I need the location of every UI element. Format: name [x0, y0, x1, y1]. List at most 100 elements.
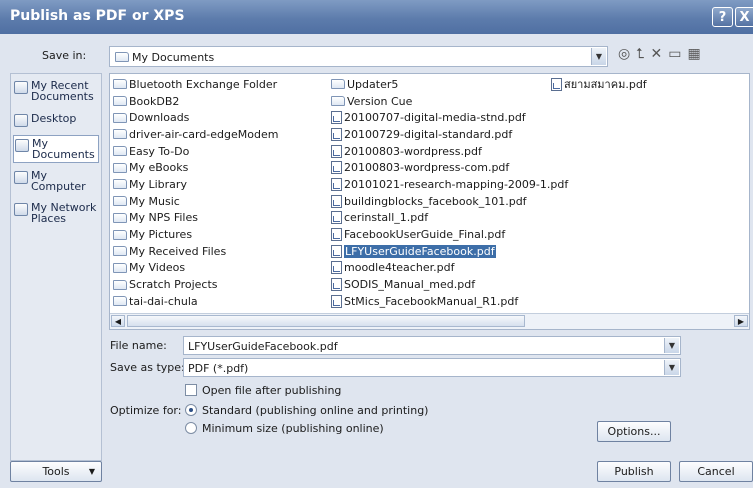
place-my-documents[interactable]: My Documents	[13, 135, 99, 163]
pdf-file-icon	[331, 177, 342, 191]
place-my-recent-documents[interactable]: My Recent Documents	[13, 78, 99, 104]
scroll-right-icon[interactable]: ▶	[734, 315, 748, 327]
network-icon	[14, 203, 28, 216]
list-item-label: Downloads	[129, 111, 190, 125]
list-item[interactable]: สยามสมาคม.pdf	[551, 76, 647, 93]
folder-icon	[113, 279, 127, 290]
chevron-down-icon[interactable]: ▼	[664, 360, 679, 375]
list-item-label: 20100803-wordpress.pdf	[344, 144, 482, 158]
list-item-label: Version Cue	[347, 94, 413, 108]
help-button[interactable]: ?	[712, 7, 733, 27]
list-item[interactable]: 20100803-wordpress.pdf	[331, 143, 568, 160]
pdf-file-icon	[331, 261, 342, 275]
options-button[interactable]: Options...	[597, 421, 671, 442]
folder-icon	[113, 112, 127, 123]
pdf-file-icon	[331, 111, 342, 125]
list-item[interactable]: My Library	[113, 176, 278, 193]
pdf-file-icon	[331, 194, 342, 208]
file-column-2: Updater5 Version Cue 20100707-digital-medi…	[331, 76, 568, 310]
list-item-label: tai-dai-chula	[129, 294, 198, 308]
list-item-label: BookDB2	[129, 94, 180, 108]
list-item[interactable]: buildingblocks_facebook_101.pdf	[331, 193, 568, 210]
pdf-file-icon	[331, 161, 342, 175]
save-in-value: My Documents	[132, 51, 215, 64]
list-item[interactable]: Bluetooth Exchange Folder	[113, 76, 278, 93]
open-after-checkbox[interactable]	[185, 384, 197, 396]
open-after-label: Open file after publishing	[202, 384, 342, 397]
standard-label: Standard (publishing online and printing…	[202, 404, 429, 417]
place-desktop[interactable]: Desktop	[13, 111, 99, 129]
pdf-file-icon	[331, 211, 342, 225]
horizontal-scrollbar[interactable]: ◀ ▶	[110, 313, 749, 329]
list-item[interactable]: tai-dai-chula	[113, 293, 278, 310]
list-item[interactable]: 20100729-digital-standard.pdf	[331, 126, 568, 143]
list-item[interactable]: 20101021-research-mapping-2009-1.pdf	[331, 176, 568, 193]
list-item-label: My Pictures	[129, 228, 193, 242]
list-item-label: My Library	[129, 177, 187, 191]
delete-icon[interactable]: ✕	[650, 46, 662, 62]
place-my-computer[interactable]: My Computer	[13, 168, 99, 194]
folder-icon	[113, 196, 127, 207]
list-item[interactable]: SODIS_Manual_med.pdf	[331, 276, 568, 293]
save-as-type-select[interactable]: PDF (*.pdf) ▼	[183, 358, 681, 377]
list-item[interactable]: 20100803-wordpress-com.pdf	[331, 159, 568, 176]
list-item[interactable]: driver-air-card-edgeModem	[113, 126, 278, 143]
list-item[interactable]: Scratch Projects	[113, 276, 278, 293]
list-item[interactable]: BookDB2	[113, 93, 278, 110]
list-item[interactable]: My NPS Files	[113, 210, 278, 227]
list-item[interactable]: moodle4teacher.pdf	[331, 260, 568, 277]
standard-radio[interactable]	[185, 404, 197, 416]
title-bar: Publish as PDF or XPS ? X	[0, 0, 753, 34]
file-list[interactable]: Bluetooth Exchange Folder BookDB2 Download…	[109, 73, 750, 330]
list-item[interactable]: LFYUserGuideFacebook.pdf	[331, 243, 568, 260]
scroll-thumb[interactable]	[127, 315, 525, 327]
list-item[interactable]: My eBooks	[113, 159, 278, 176]
file-name-input[interactable]: LFYUserGuideFacebook.pdf ▼	[183, 336, 681, 355]
scroll-left-icon[interactable]: ◀	[111, 315, 125, 327]
list-item[interactable]: My Music	[113, 193, 278, 210]
list-item[interactable]: Version Cue	[331, 93, 568, 110]
back-icon[interactable]: ◎	[618, 46, 630, 62]
folder-icon	[113, 96, 127, 107]
list-item[interactable]: My Videos	[113, 260, 278, 277]
list-item-label: Updater5	[347, 77, 399, 91]
list-item[interactable]: Easy To-Do	[113, 143, 278, 160]
up-folder-icon[interactable]: ⮤	[636, 46, 644, 62]
list-item[interactable]: Updater5	[331, 76, 568, 93]
pdf-file-icon	[331, 144, 342, 158]
list-item[interactable]: StMics_FacebookManual_R1.pdf	[331, 293, 568, 310]
list-item-label: สยามสมาคม.pdf	[564, 78, 647, 92]
place-my-network-places[interactable]: My Network Places	[13, 200, 99, 226]
list-item-label: My Received Files	[129, 244, 227, 258]
chevron-down-icon: ▼	[591, 48, 606, 65]
list-item[interactable]: My Pictures	[113, 226, 278, 243]
chevron-down-icon[interactable]: ▼	[664, 338, 679, 353]
close-button[interactable]: X	[735, 7, 753, 27]
list-item[interactable]: Downloads	[113, 109, 278, 126]
views-icon[interactable]: ▦	[687, 46, 700, 62]
new-folder-icon[interactable]: ▭	[668, 46, 681, 62]
folder-icon	[113, 229, 127, 240]
list-item-label: My Videos	[129, 261, 186, 275]
file-column-3: สยามสมาคม.pdf	[551, 76, 647, 93]
folder-icon	[113, 262, 127, 273]
publish-button[interactable]: Publish	[597, 461, 671, 482]
cancel-button[interactable]: Cancel	[679, 461, 753, 482]
folder-icon	[113, 162, 127, 173]
list-item-label: moodle4teacher.pdf	[344, 261, 455, 275]
minimum-radio[interactable]	[185, 422, 197, 434]
places-bar: My Recent Documents Desktop My Documents…	[10, 73, 102, 461]
folder-icon	[113, 179, 127, 190]
file-column-1: Bluetooth Exchange Folder BookDB2 Download…	[113, 76, 278, 310]
list-item[interactable]: cerinstall_1.pdf	[331, 210, 568, 227]
folder-icon	[115, 52, 129, 62]
pdf-file-icon	[331, 278, 342, 292]
list-item[interactable]: My Received Files	[113, 243, 278, 260]
list-item-label: cerinstall_1.pdf	[344, 211, 429, 225]
pdf-file-icon	[331, 294, 342, 308]
list-item-label: 20100803-wordpress-com.pdf	[344, 161, 510, 175]
tools-button[interactable]: Tools ▼	[10, 461, 102, 482]
list-item[interactable]: 20100707-digital-media-stnd.pdf	[331, 109, 568, 126]
save-in-dropdown[interactable]: My Documents ▼	[109, 46, 608, 67]
list-item[interactable]: FacebookUserGuide_Final.pdf	[331, 226, 568, 243]
